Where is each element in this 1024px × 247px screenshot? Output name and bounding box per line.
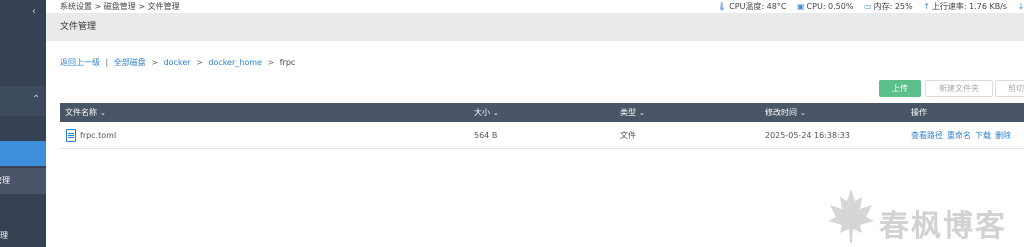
watermark-text: 春枫博客 bbox=[879, 209, 1007, 244]
crumb-all-disks[interactable]: 全部磁盘 bbox=[114, 58, 146, 67]
row-actions: 查看路径 重命名 下载 删除 bbox=[911, 123, 1015, 148]
view-path-link[interactable]: 查看路径 bbox=[911, 131, 943, 140]
cpu-usage: CPU: 0.50% bbox=[806, 2, 854, 11]
maple-leaf-icon bbox=[828, 189, 874, 243]
watermark: 春枫博客 bbox=[826, 187, 1024, 245]
column-header-size[interactable]: 大小 ⌄ bbox=[474, 103, 499, 123]
monitor-icon: ▭ bbox=[864, 2, 872, 11]
top-breadcrumb: 系统设置 > 磁盘管理 > 文件管理 bbox=[60, 2, 180, 11]
file-type: 文件 bbox=[620, 131, 636, 140]
back-link[interactable]: 返回上一级 bbox=[60, 58, 100, 67]
sidebar-item-file-manage[interactable]: 管理 bbox=[0, 168, 46, 194]
crumb-docker[interactable]: docker bbox=[164, 58, 191, 67]
upload-button[interactable]: 上传 bbox=[879, 80, 921, 97]
sidebar-item-bottom-label[interactable]: 理 bbox=[0, 230, 8, 241]
sidebar-collapse-chevron-icon[interactable]: ‹ bbox=[32, 6, 36, 17]
file-icon bbox=[66, 129, 76, 142]
table-row[interactable]: frpc.toml 564 B 文件 2025-05-24 16:38:33 查… bbox=[60, 123, 1024, 149]
path-separator: | bbox=[105, 58, 109, 67]
file-name[interactable]: frpc.toml bbox=[80, 123, 116, 148]
file-modified: 2025-05-24 16:38:33 bbox=[765, 131, 850, 140]
delete-link[interactable]: 删除 bbox=[995, 131, 1011, 140]
arrow-up-icon: ↑ bbox=[923, 2, 930, 11]
chevron-up-icon: ⌃ bbox=[32, 94, 41, 105]
sidebar-item-label: 管理 bbox=[0, 176, 10, 185]
column-header-name[interactable]: 文件名称 ⌄ bbox=[65, 103, 106, 123]
crumb-docker-home[interactable]: docker_home bbox=[208, 58, 262, 67]
top-bar: 系统设置 > 磁盘管理 > 文件管理 🌡 CPU温度: 48°C ▣ CPU: 0.… bbox=[46, 0, 1024, 13]
memory-usage: 内存: 25% bbox=[873, 2, 913, 11]
cut-button[interactable]: 剪切 bbox=[995, 80, 1024, 97]
upload-speed: 上行速率: 1.76 KB/s bbox=[931, 2, 1008, 11]
cpu-temp: CPU温度: 48°C bbox=[729, 2, 787, 11]
column-header-actions: 操作 bbox=[911, 108, 927, 117]
arrow-down-icon: ↓ bbox=[1017, 2, 1024, 11]
new-folder-button[interactable]: 新建文件夹 bbox=[925, 80, 993, 97]
thermometer-icon: 🌡 bbox=[717, 2, 728, 11]
sidebar-group-disk[interactable]: ⌃ bbox=[0, 86, 46, 116]
column-header-modified[interactable]: 修改时间 ⌄ bbox=[765, 103, 806, 123]
cpu-icon: ▣ bbox=[796, 2, 805, 11]
system-stats: 🌡 CPU温度: 48°C ▣ CPU: 0.50% ▭ 内存: 25% ↑ 上行速率:… bbox=[717, 1, 1024, 12]
file-size: 564 B bbox=[474, 131, 498, 140]
column-header-type[interactable]: 类型 ⌄ bbox=[620, 103, 645, 123]
page-title: 文件管理 bbox=[46, 13, 1024, 41]
rename-link[interactable]: 重命名 bbox=[947, 131, 971, 140]
chevron-down-icon: ⌄ bbox=[100, 109, 106, 117]
crumb-current: frpc bbox=[279, 58, 296, 67]
chevron-down-icon: ⌄ bbox=[800, 109, 806, 117]
chevron-down-icon: ⌄ bbox=[639, 109, 645, 117]
path-breadcrumb: 返回上一级 | 全部磁盘 > docker > docker_home > fr… bbox=[60, 58, 296, 67]
sidebar: ‹ ⌃ 管理 理 bbox=[0, 0, 46, 247]
sidebar-item-active[interactable] bbox=[0, 141, 46, 166]
download-link[interactable]: 下载 bbox=[975, 131, 991, 140]
table-header: 文件名称 ⌄ 大小 ⌄ 类型 ⌄ 修改时间 ⌄ 操作 bbox=[60, 103, 1024, 122]
chevron-down-icon: ⌄ bbox=[493, 109, 499, 117]
